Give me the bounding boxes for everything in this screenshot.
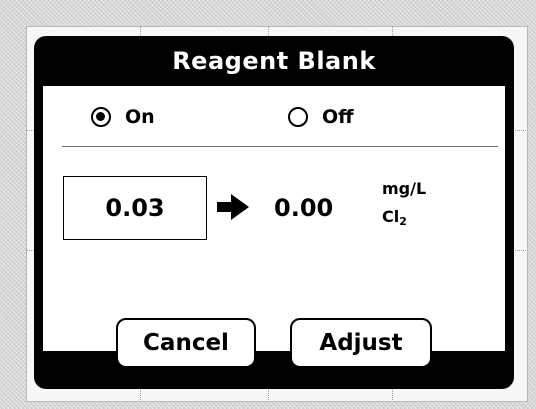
chemical-label: Cl2: [382, 207, 407, 228]
radio-off-label: Off: [322, 106, 354, 128]
dialog-body: On Off 0.03 0.00 mg/L Cl2: [43, 86, 505, 351]
adjust-button[interactable]: Adjust: [290, 318, 432, 368]
chemical-symbol: Cl: [382, 207, 400, 226]
unit-label: mg/L: [382, 179, 427, 198]
dialog-title: Reagent Blank: [172, 47, 376, 75]
radio-on-selected-icon[interactable]: [91, 107, 111, 127]
radio-on-label: On: [125, 106, 155, 128]
divider: [62, 146, 498, 147]
result-value: 0.00: [274, 194, 334, 222]
cancel-button[interactable]: Cancel: [116, 318, 256, 368]
arrow-right-icon: [217, 194, 249, 220]
radio-on-option[interactable]: On: [91, 102, 155, 132]
reagent-blank-dialog: Reagent Blank On Off 0.03 0.00 mg/L Cl2 …: [34, 36, 514, 389]
measured-value: 0.03: [105, 194, 165, 222]
radio-off-icon[interactable]: [288, 107, 308, 127]
measured-value-box: 0.03: [63, 176, 207, 240]
chemical-subscript: 2: [399, 215, 407, 228]
radio-off-option[interactable]: Off: [288, 102, 354, 132]
